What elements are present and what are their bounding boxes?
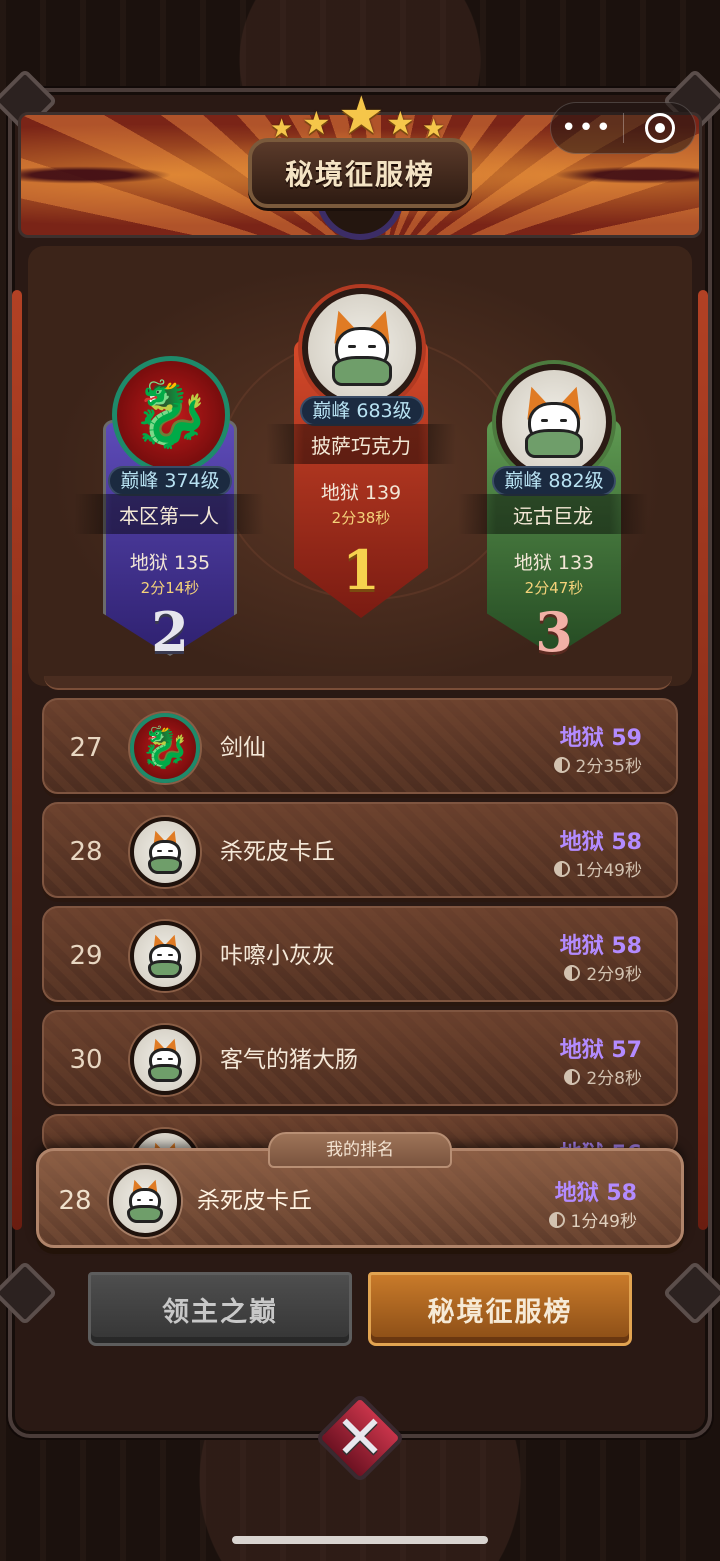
player-name: 披萨巧克力: [266, 424, 456, 464]
list-item[interactable]: 30 客气的猪大肠 地狱 57 2分8秒: [42, 1010, 678, 1106]
difficulty-label: 地狱 58: [554, 1181, 637, 1206]
clock-icon: [553, 756, 570, 773]
fox-icon: [518, 382, 591, 459]
clear-time: 2分8秒: [586, 1069, 642, 1089]
player-name: 远古巨龙: [458, 494, 648, 534]
avatar[interactable]: [130, 1025, 200, 1095]
difficulty-label: 地狱 59: [559, 726, 642, 751]
level-badge: 巅峰 683级: [300, 396, 424, 426]
fox-icon: [141, 826, 189, 874]
tab-secret-realm[interactable]: 秘境征服榜: [368, 1272, 632, 1346]
rank-number: 30: [69, 1045, 103, 1075]
avatar[interactable]: [109, 1165, 181, 1237]
fox-icon: [121, 1175, 169, 1224]
rank-number: 29: [69, 941, 103, 971]
player-name: 剑仙: [220, 735, 266, 761]
dragon-icon: 🐉: [131, 378, 211, 452]
clear-time-row: 2分9秒: [564, 960, 642, 985]
player-name: 杀死皮卡丘: [220, 839, 335, 865]
level-badge: 巅峰 882级: [492, 466, 616, 496]
clear-time: 2分35秒: [575, 757, 642, 777]
clear-time-row: 1分49秒: [553, 856, 642, 881]
list-item[interactable]: 28 杀死皮卡丘 地狱 58 1分49秒: [42, 802, 678, 898]
clear-time-row: 2分8秒: [564, 1064, 642, 1089]
list-item[interactable]: 27 🐉 剑仙 地狱 59 2分35秒: [42, 698, 678, 794]
star-icon: ★: [338, 86, 385, 146]
rank-number: 3: [535, 600, 573, 664]
star-icon: ★: [270, 114, 294, 144]
clear-time: 1分49秒: [575, 861, 642, 881]
page-title: 秘境征服榜: [248, 138, 472, 208]
clear-time: 2分47秒: [524, 579, 584, 597]
difficulty-label: 地狱 139: [320, 482, 402, 504]
player-name: 本区第一人: [74, 494, 264, 534]
frame-side-bar: [698, 290, 708, 1230]
close-button[interactable]: ✕: [312, 1390, 408, 1486]
clock-icon: [553, 860, 570, 877]
player-name: 咔嚓小灰灰: [220, 943, 335, 969]
avatar[interactable]: [130, 817, 200, 887]
clear-time: 1分49秒: [570, 1212, 637, 1232]
avatar[interactable]: 🐉: [130, 713, 200, 783]
my-rank-label: 我的排名: [268, 1132, 452, 1168]
fox-icon: [141, 1034, 189, 1082]
difficulty-label: 地狱 135: [129, 552, 211, 574]
player-name: 客气的猪大肠: [220, 1047, 358, 1073]
podium-stats: 地狱 135 2分14秒: [103, 548, 237, 598]
avatar[interactable]: [302, 288, 422, 408]
star-icon: ★: [302, 104, 331, 142]
clear-time-row: 1分49秒: [548, 1207, 637, 1232]
star-icon: ★: [422, 114, 446, 144]
difficulty-label: 地狱 57: [559, 1038, 642, 1063]
difficulty-label: 地狱 58: [559, 934, 642, 959]
more-icon[interactable]: •••: [551, 102, 623, 154]
rank-number: 28: [58, 1186, 92, 1216]
difficulty-label: 地狱 58: [559, 830, 642, 855]
tab-lord-summit[interactable]: 领主之巅: [88, 1272, 352, 1346]
avatar[interactable]: [496, 364, 612, 480]
close-icon: ✕: [334, 1403, 386, 1473]
clear-time: 2分38秒: [331, 509, 391, 527]
rank-number: 2: [151, 600, 189, 664]
clear-time: 2分9秒: [586, 965, 642, 985]
level-badge: 巅峰 374级: [108, 466, 232, 496]
dragon-icon: 🐉: [140, 725, 190, 771]
fox-icon: [324, 306, 400, 386]
podium-stats: 地狱 139 2分38秒: [294, 478, 428, 528]
home-indicator: [232, 1536, 488, 1544]
list-item[interactable]: 29 咔嚓小灰灰 地狱 58 2分9秒: [42, 906, 678, 1002]
star-icon: ★: [386, 104, 415, 142]
clear-time: 2分14秒: [140, 579, 200, 597]
frame-side-bar: [12, 290, 22, 1230]
clock-icon: [564, 964, 581, 981]
fox-icon: [141, 930, 189, 978]
star-rating: ★ ★ ★ ★ ★: [268, 86, 452, 146]
rank-number: 1: [342, 538, 380, 602]
clock-icon: [564, 1068, 581, 1085]
target-icon[interactable]: [624, 113, 695, 143]
clock-icon: [548, 1211, 565, 1228]
avatar[interactable]: 🐉: [112, 356, 230, 474]
podium-stats: 地狱 133 2分47秒: [487, 548, 621, 598]
miniprogram-capsule: •••: [550, 102, 696, 154]
list-edge: [44, 676, 672, 690]
clear-time-row: 2分35秒: [553, 752, 642, 777]
rank-number: 27: [69, 733, 103, 763]
avatar[interactable]: [130, 921, 200, 991]
rank-number: 28: [69, 837, 103, 867]
difficulty-label: 地狱 133: [513, 552, 595, 574]
